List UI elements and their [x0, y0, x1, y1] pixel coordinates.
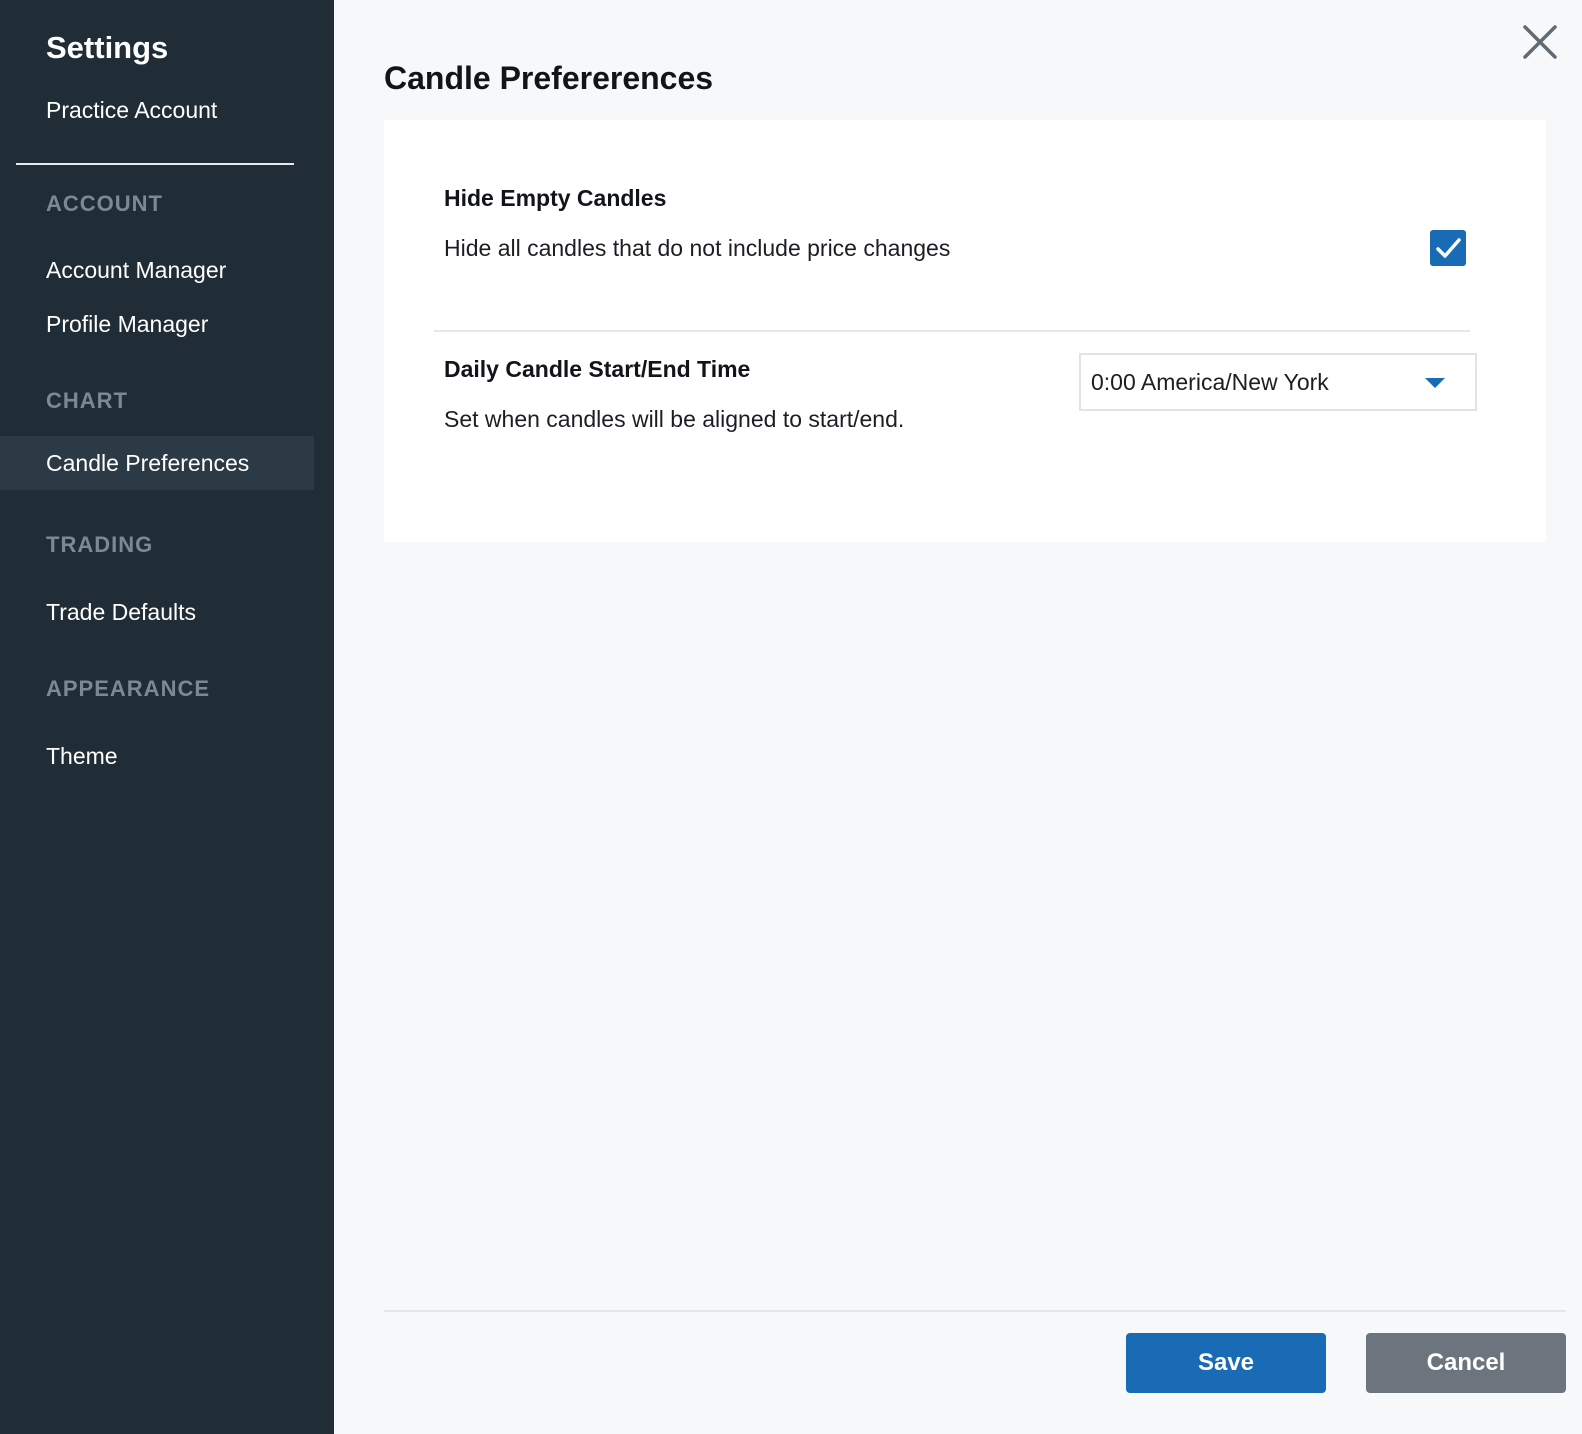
hide-empty-candles-checkbox[interactable] — [1430, 230, 1466, 266]
settings-dialog: Settings Practice Account ACCOUNT Accoun… — [0, 0, 1582, 1434]
settings-sidebar: Settings Practice Account ACCOUNT Accoun… — [0, 0, 334, 1434]
cancel-button[interactable]: Cancel — [1366, 1333, 1566, 1393]
page-title: Candle Prefererences — [384, 60, 714, 96]
sidebar-divider — [16, 163, 294, 165]
sidebar-item-candle-preferences[interactable]: Candle Preferences — [0, 436, 314, 490]
daily-candle-time-description: Set when candles will be aligned to star… — [444, 406, 905, 432]
account-type-label: Practice Account — [46, 97, 218, 123]
sidebar-item-theme[interactable]: Theme — [0, 729, 314, 783]
caret-down-icon — [1425, 378, 1445, 388]
section-label-account: ACCOUNT — [46, 191, 163, 216]
settings-card: Hide Empty Candles Hide all candles that… — [384, 120, 1546, 542]
hide-empty-candles-title: Hide Empty Candles — [444, 185, 667, 211]
footer-divider — [384, 1310, 1566, 1312]
daily-candle-time-select[interactable]: 0:00 America/New York — [1079, 353, 1477, 411]
sidebar-item-profile-manager[interactable]: Profile Manager — [0, 297, 314, 351]
check-icon — [1436, 238, 1461, 258]
daily-candle-time-title: Daily Candle Start/End Time — [444, 356, 751, 382]
main-panel: Candle Prefererences Hide Empty Candles … — [334, 0, 1582, 1434]
section-label-appearance: APPEARANCE — [46, 676, 211, 701]
select-value: 0:00 America/New York — [1091, 369, 1329, 395]
close-icon — [1523, 25, 1557, 59]
section-label-chart: CHART — [46, 388, 128, 413]
card-divider — [434, 330, 1470, 332]
close-button[interactable] — [1520, 22, 1560, 62]
save-button[interactable]: Save — [1126, 1333, 1326, 1393]
sidebar-item-account-manager[interactable]: Account Manager — [0, 243, 314, 297]
sidebar-item-trade-defaults[interactable]: Trade Defaults — [0, 585, 314, 639]
sidebar-title: Settings — [46, 30, 169, 65]
section-label-trading: TRADING — [46, 532, 154, 557]
hide-empty-candles-description: Hide all candles that do not include pri… — [444, 235, 951, 261]
